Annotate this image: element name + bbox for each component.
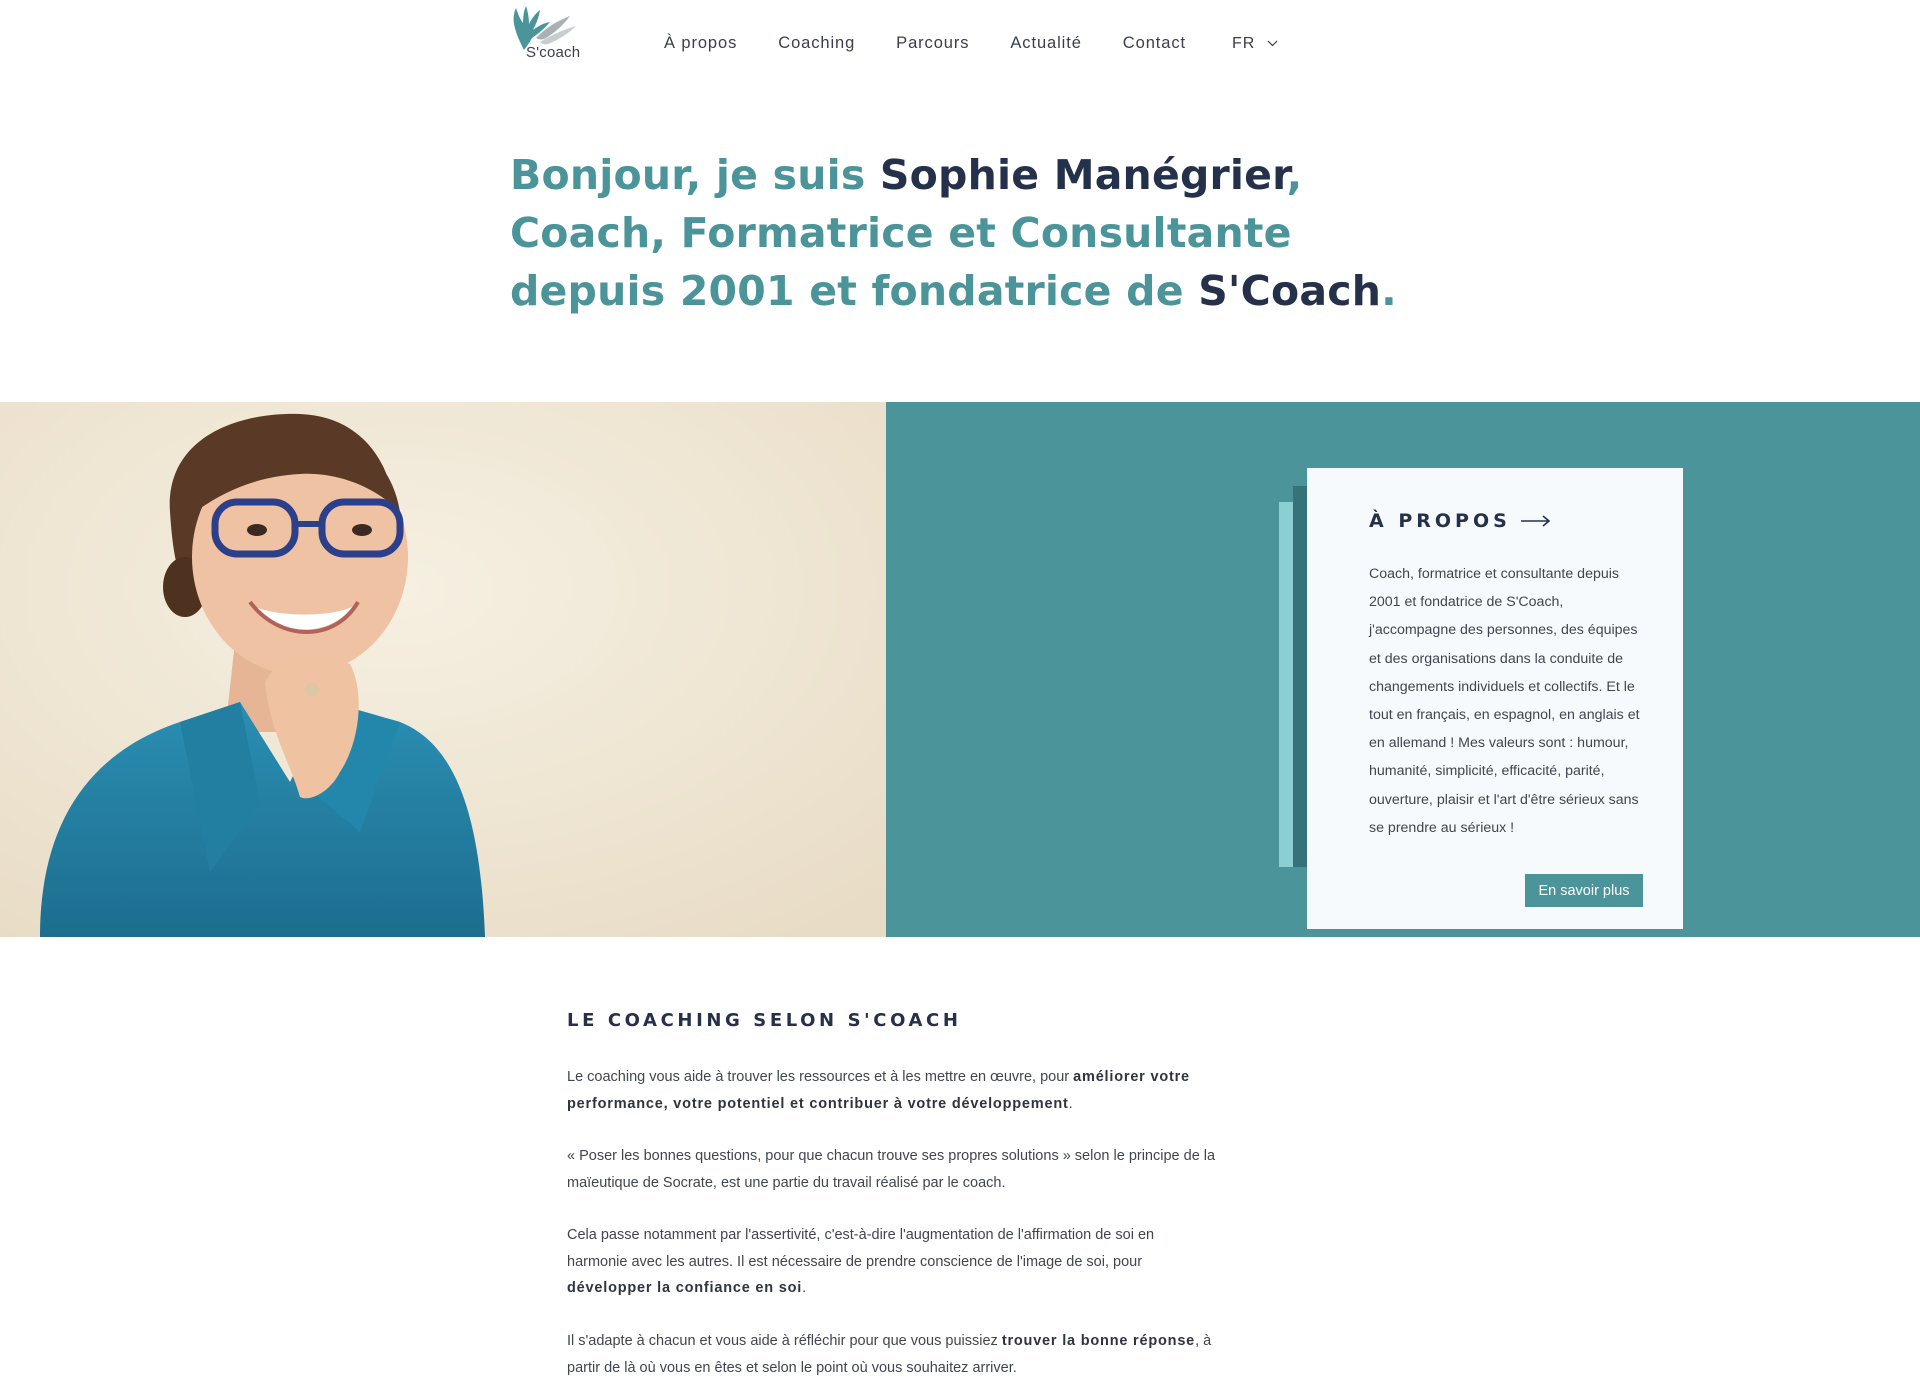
coaching-paragraph-4: Il s'adapte à chacun et vous aide à réfl… [567, 1328, 1217, 1381]
nav-contact[interactable]: Contact [1123, 34, 1186, 53]
main-nav: À propos Coaching Parcours Actualité Con… [664, 34, 1278, 53]
hero-name: Sophie Manégrier [879, 151, 1287, 199]
scoach-logo[interactable]: S'coach [510, 4, 582, 64]
coaching-p4-bold: trouver la bonne réponse [1001, 1333, 1196, 1349]
about-card: À PROPOS Coach, formatrice et consultant… [1307, 468, 1683, 929]
hero-brand: S'Coach [1198, 267, 1382, 315]
chevron-down-icon [1267, 40, 1278, 47]
coaching-p4-text: Il s'adapte à chacun et vous aide à réfl… [567, 1333, 1002, 1349]
portrait-photo [0, 402, 886, 937]
nav-a-propos[interactable]: À propos [664, 34, 737, 53]
language-selector[interactable]: FR [1232, 35, 1278, 53]
hero-title: Bonjour, je suis Sophie Manégrier, Coach… [510, 146, 1410, 320]
portrait-illustration [0, 402, 886, 937]
coaching-paragraph-1: Le coaching vous aide à trouver les ress… [567, 1064, 1217, 1117]
coaching-p3-end: . [802, 1280, 807, 1296]
language-label: FR [1231, 34, 1256, 52]
logo-text: S'coach [526, 44, 581, 61]
card-accent-dark [1293, 486, 1307, 867]
coaching-paragraph-2: « Poser les bonnes questions, pour que c… [567, 1148, 1216, 1191]
hero-intro: Bonjour, je suis [510, 151, 880, 199]
card-accent-light [1279, 502, 1293, 867]
nav-actualite[interactable]: Actualité [1010, 34, 1081, 53]
coaching-p3-bold: développer la confiance en soi [567, 1280, 803, 1296]
hero-period: . [1381, 267, 1397, 315]
nav-coaching[interactable]: Coaching [778, 34, 855, 53]
learn-more-button[interactable]: En savoir plus [1525, 874, 1643, 907]
about-card-title-text: À PROPOS [1369, 510, 1511, 532]
about-card-title[interactable]: À PROPOS [1369, 510, 1551, 532]
coaching-p1-end: . [1068, 1095, 1073, 1112]
coaching-paragraph-3: Cela passe notamment par l'assertivité, … [567, 1222, 1217, 1302]
coaching-p1-text: Le coaching vous aide à trouver les ress… [567, 1069, 1074, 1085]
arrow-right-icon [1520, 515, 1551, 527]
about-card-body: Coach, formatrice et consultante depuis … [1369, 566, 1640, 836]
nav-parcours[interactable]: Parcours [896, 34, 969, 53]
coaching-section-title: LE COACHING SELON S'COACH [567, 1010, 962, 1031]
coaching-p3-text: Cela passe notamment par l'assertivité, … [567, 1227, 1155, 1270]
